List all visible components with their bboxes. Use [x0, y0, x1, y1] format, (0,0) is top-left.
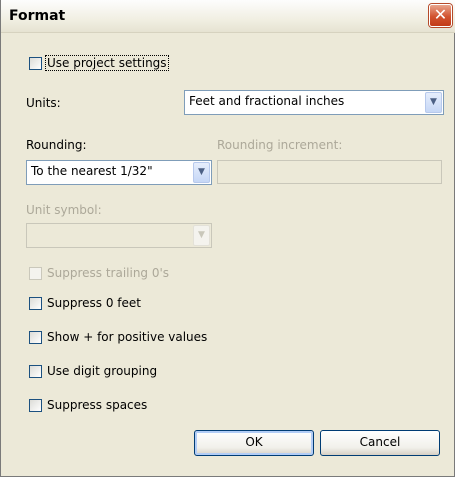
- rounding-select[interactable]: To the nearest 1/32" ▼: [26, 160, 212, 185]
- use-digit-grouping-checkbox[interactable]: [29, 365, 42, 378]
- close-icon: ✕: [433, 5, 448, 24]
- unit-symbol-dropdown-button[interactable]: ▼: [193, 225, 210, 246]
- show-plus-checkbox[interactable]: [29, 331, 42, 344]
- title-bar[interactable]: Format ✕: [1, 0, 455, 33]
- format-dialog: Format ✕ Use project settings Units: Fee…: [0, 0, 455, 477]
- unit-symbol-select[interactable]: ▼: [26, 223, 212, 248]
- rounding-dropdown-button[interactable]: ▼: [193, 162, 210, 183]
- rounding-label: Rounding:: [26, 138, 87, 152]
- units-dropdown-button[interactable]: ▼: [425, 92, 442, 113]
- cancel-button[interactable]: Cancel: [320, 430, 440, 456]
- close-button[interactable]: ✕: [429, 4, 452, 27]
- suppress-zero-feet-label: Suppress 0 feet: [47, 296, 141, 310]
- suppress-spaces-checkbox[interactable]: [29, 399, 42, 412]
- suppress-spaces-label: Suppress spaces: [47, 398, 148, 412]
- rounding-value: To the nearest 1/32": [31, 164, 153, 178]
- ok-button[interactable]: OK: [194, 430, 314, 456]
- use-project-settings-label[interactable]: Use project settings: [45, 55, 169, 71]
- chevron-down-icon: ▼: [198, 167, 205, 177]
- dialog-title: Format: [9, 8, 66, 24]
- show-plus-label: Show + for positive values: [47, 330, 208, 344]
- suppress-zero-feet-checkbox[interactable]: [29, 297, 42, 310]
- rounding-increment-label: Rounding increment:: [217, 138, 343, 152]
- unit-symbol-label: Unit symbol:: [26, 203, 102, 217]
- units-label: Units:: [26, 96, 61, 110]
- units-select[interactable]: Feet and fractional inches ▼: [184, 90, 444, 115]
- units-value: Feet and fractional inches: [189, 94, 345, 108]
- use-digit-grouping-label: Use digit grouping: [47, 364, 158, 378]
- rounding-increment-input[interactable]: [217, 160, 442, 184]
- use-project-settings-checkbox[interactable]: [29, 57, 42, 70]
- chevron-down-icon: ▼: [198, 230, 205, 240]
- suppress-trailing-zeros-checkbox[interactable]: [29, 267, 42, 280]
- chevron-down-icon: ▼: [430, 97, 437, 107]
- suppress-trailing-zeros-label: Suppress trailing 0's: [47, 266, 170, 280]
